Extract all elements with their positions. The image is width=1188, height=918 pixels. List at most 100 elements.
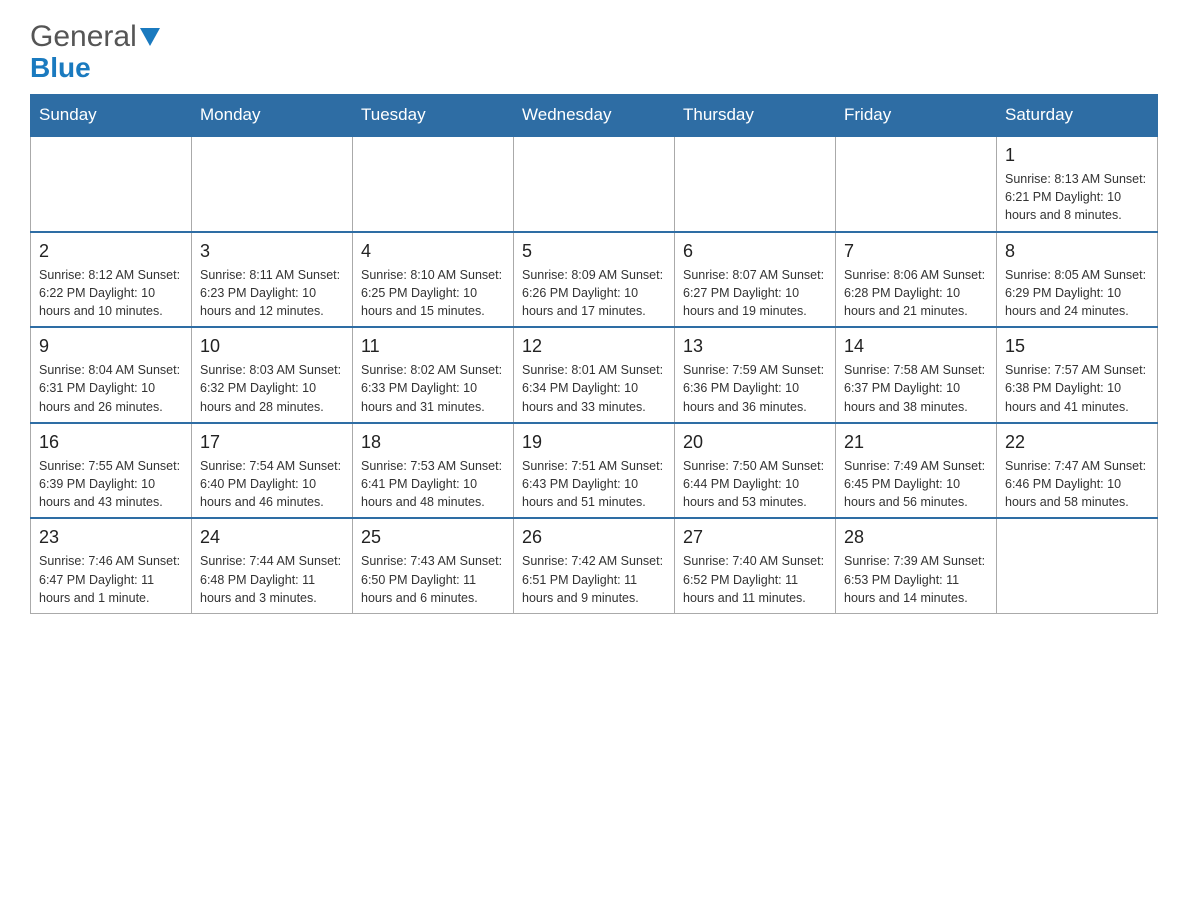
day-number: 5 <box>522 239 666 264</box>
day-cell: 9Sunrise: 8:04 AM Sunset: 6:31 PM Daylig… <box>31 327 192 423</box>
day-info: Sunrise: 8:13 AM Sunset: 6:21 PM Dayligh… <box>1005 170 1149 224</box>
week-row-3: 9Sunrise: 8:04 AM Sunset: 6:31 PM Daylig… <box>31 327 1158 423</box>
day-cell: 12Sunrise: 8:01 AM Sunset: 6:34 PM Dayli… <box>514 327 675 423</box>
logo-blue-text: Blue <box>30 52 91 84</box>
day-cell: 19Sunrise: 7:51 AM Sunset: 6:43 PM Dayli… <box>514 423 675 519</box>
day-number: 20 <box>683 430 827 455</box>
day-number: 27 <box>683 525 827 550</box>
day-info: Sunrise: 8:12 AM Sunset: 6:22 PM Dayligh… <box>39 266 183 320</box>
calendar-table: SundayMondayTuesdayWednesdayThursdayFrid… <box>30 94 1158 614</box>
day-cell <box>514 136 675 232</box>
weekday-header-row: SundayMondayTuesdayWednesdayThursdayFrid… <box>31 95 1158 137</box>
week-row-5: 23Sunrise: 7:46 AM Sunset: 6:47 PM Dayli… <box>31 518 1158 613</box>
day-number: 1 <box>1005 143 1149 168</box>
weekday-header-friday: Friday <box>836 95 997 137</box>
day-cell: 1Sunrise: 8:13 AM Sunset: 6:21 PM Daylig… <box>997 136 1158 232</box>
day-cell: 18Sunrise: 7:53 AM Sunset: 6:41 PM Dayli… <box>353 423 514 519</box>
day-cell: 16Sunrise: 7:55 AM Sunset: 6:39 PM Dayli… <box>31 423 192 519</box>
day-info: Sunrise: 7:39 AM Sunset: 6:53 PM Dayligh… <box>844 552 988 606</box>
day-cell: 26Sunrise: 7:42 AM Sunset: 6:51 PM Dayli… <box>514 518 675 613</box>
week-row-1: 1Sunrise: 8:13 AM Sunset: 6:21 PM Daylig… <box>31 136 1158 232</box>
day-info: Sunrise: 7:55 AM Sunset: 6:39 PM Dayligh… <box>39 457 183 511</box>
day-number: 16 <box>39 430 183 455</box>
day-cell <box>675 136 836 232</box>
day-number: 28 <box>844 525 988 550</box>
day-info: Sunrise: 7:44 AM Sunset: 6:48 PM Dayligh… <box>200 552 344 606</box>
day-info: Sunrise: 7:42 AM Sunset: 6:51 PM Dayligh… <box>522 552 666 606</box>
day-cell: 8Sunrise: 8:05 AM Sunset: 6:29 PM Daylig… <box>997 232 1158 328</box>
day-number: 2 <box>39 239 183 264</box>
day-number: 18 <box>361 430 505 455</box>
day-info: Sunrise: 7:54 AM Sunset: 6:40 PM Dayligh… <box>200 457 344 511</box>
logo: General Blue <box>30 20 160 84</box>
day-cell: 17Sunrise: 7:54 AM Sunset: 6:40 PM Dayli… <box>192 423 353 519</box>
weekday-header-wednesday: Wednesday <box>514 95 675 137</box>
day-number: 26 <box>522 525 666 550</box>
day-info: Sunrise: 7:59 AM Sunset: 6:36 PM Dayligh… <box>683 361 827 415</box>
day-info: Sunrise: 8:02 AM Sunset: 6:33 PM Dayligh… <box>361 361 505 415</box>
day-cell: 7Sunrise: 8:06 AM Sunset: 6:28 PM Daylig… <box>836 232 997 328</box>
day-info: Sunrise: 8:10 AM Sunset: 6:25 PM Dayligh… <box>361 266 505 320</box>
day-number: 15 <box>1005 334 1149 359</box>
weekday-header-sunday: Sunday <box>31 95 192 137</box>
day-cell: 3Sunrise: 8:11 AM Sunset: 6:23 PM Daylig… <box>192 232 353 328</box>
day-number: 6 <box>683 239 827 264</box>
day-cell: 23Sunrise: 7:46 AM Sunset: 6:47 PM Dayli… <box>31 518 192 613</box>
day-info: Sunrise: 7:58 AM Sunset: 6:37 PM Dayligh… <box>844 361 988 415</box>
day-number: 13 <box>683 334 827 359</box>
day-cell: 14Sunrise: 7:58 AM Sunset: 6:37 PM Dayli… <box>836 327 997 423</box>
day-info: Sunrise: 8:01 AM Sunset: 6:34 PM Dayligh… <box>522 361 666 415</box>
day-cell: 10Sunrise: 8:03 AM Sunset: 6:32 PM Dayli… <box>192 327 353 423</box>
day-number: 11 <box>361 334 505 359</box>
day-cell: 2Sunrise: 8:12 AM Sunset: 6:22 PM Daylig… <box>31 232 192 328</box>
day-cell <box>31 136 192 232</box>
day-cell <box>353 136 514 232</box>
day-number: 22 <box>1005 430 1149 455</box>
day-info: Sunrise: 8:06 AM Sunset: 6:28 PM Dayligh… <box>844 266 988 320</box>
day-cell <box>836 136 997 232</box>
day-number: 4 <box>361 239 505 264</box>
logo-arrow-icon <box>140 28 160 51</box>
day-info: Sunrise: 7:43 AM Sunset: 6:50 PM Dayligh… <box>361 552 505 606</box>
day-info: Sunrise: 7:49 AM Sunset: 6:45 PM Dayligh… <box>844 457 988 511</box>
day-info: Sunrise: 7:51 AM Sunset: 6:43 PM Dayligh… <box>522 457 666 511</box>
day-cell: 20Sunrise: 7:50 AM Sunset: 6:44 PM Dayli… <box>675 423 836 519</box>
day-number: 25 <box>361 525 505 550</box>
day-cell: 13Sunrise: 7:59 AM Sunset: 6:36 PM Dayli… <box>675 327 836 423</box>
day-info: Sunrise: 8:03 AM Sunset: 6:32 PM Dayligh… <box>200 361 344 415</box>
day-info: Sunrise: 8:11 AM Sunset: 6:23 PM Dayligh… <box>200 266 344 320</box>
day-info: Sunrise: 7:57 AM Sunset: 6:38 PM Dayligh… <box>1005 361 1149 415</box>
day-cell: 15Sunrise: 7:57 AM Sunset: 6:38 PM Dayli… <box>997 327 1158 423</box>
day-number: 7 <box>844 239 988 264</box>
day-info: Sunrise: 8:05 AM Sunset: 6:29 PM Dayligh… <box>1005 266 1149 320</box>
day-cell: 27Sunrise: 7:40 AM Sunset: 6:52 PM Dayli… <box>675 518 836 613</box>
day-number: 14 <box>844 334 988 359</box>
day-number: 19 <box>522 430 666 455</box>
weekday-header-tuesday: Tuesday <box>353 95 514 137</box>
weekday-header-thursday: Thursday <box>675 95 836 137</box>
week-row-2: 2Sunrise: 8:12 AM Sunset: 6:22 PM Daylig… <box>31 232 1158 328</box>
day-cell: 25Sunrise: 7:43 AM Sunset: 6:50 PM Dayli… <box>353 518 514 613</box>
day-number: 3 <box>200 239 344 264</box>
day-number: 21 <box>844 430 988 455</box>
day-info: Sunrise: 7:50 AM Sunset: 6:44 PM Dayligh… <box>683 457 827 511</box>
weekday-header-saturday: Saturday <box>997 95 1158 137</box>
weekday-header-monday: Monday <box>192 95 353 137</box>
page-header: General Blue <box>30 20 1158 84</box>
day-cell <box>192 136 353 232</box>
day-info: Sunrise: 7:46 AM Sunset: 6:47 PM Dayligh… <box>39 552 183 606</box>
day-cell: 22Sunrise: 7:47 AM Sunset: 6:46 PM Dayli… <box>997 423 1158 519</box>
day-number: 8 <box>1005 239 1149 264</box>
day-number: 17 <box>200 430 344 455</box>
day-cell: 6Sunrise: 8:07 AM Sunset: 6:27 PM Daylig… <box>675 232 836 328</box>
day-info: Sunrise: 7:53 AM Sunset: 6:41 PM Dayligh… <box>361 457 505 511</box>
day-cell <box>997 518 1158 613</box>
day-info: Sunrise: 8:07 AM Sunset: 6:27 PM Dayligh… <box>683 266 827 320</box>
day-cell: 4Sunrise: 8:10 AM Sunset: 6:25 PM Daylig… <box>353 232 514 328</box>
day-number: 12 <box>522 334 666 359</box>
week-row-4: 16Sunrise: 7:55 AM Sunset: 6:39 PM Dayli… <box>31 423 1158 519</box>
day-info: Sunrise: 8:04 AM Sunset: 6:31 PM Dayligh… <box>39 361 183 415</box>
day-cell: 11Sunrise: 8:02 AM Sunset: 6:33 PM Dayli… <box>353 327 514 423</box>
day-info: Sunrise: 7:40 AM Sunset: 6:52 PM Dayligh… <box>683 552 827 606</box>
day-cell: 21Sunrise: 7:49 AM Sunset: 6:45 PM Dayli… <box>836 423 997 519</box>
